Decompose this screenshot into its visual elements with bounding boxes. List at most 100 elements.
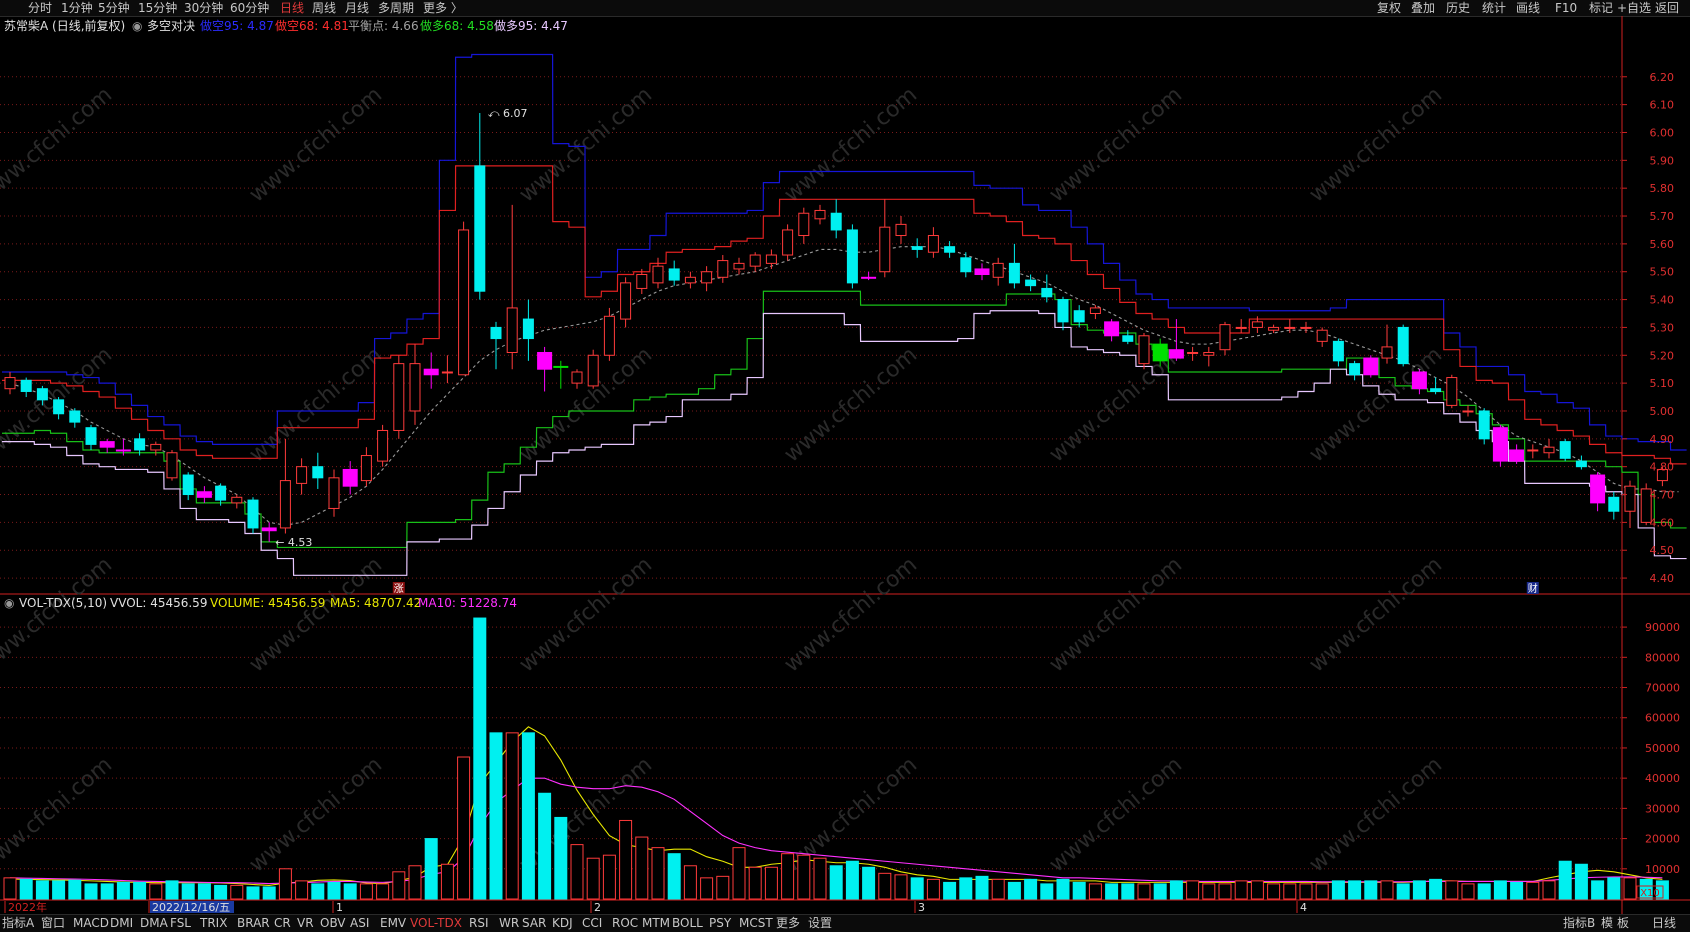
indicator-tab-22[interactable]: PSY <box>709 915 731 932</box>
price-tick-label: 4.70 <box>1650 489 1675 502</box>
bottom-right-3[interactable]: 日线 <box>1652 915 1676 932</box>
candle-body <box>1397 326 1409 365</box>
kline-chart[interactable]: www.cfchi.com www.cfchi.com www.cfchi.com w… <box>0 0 1690 931</box>
volume-bar <box>1299 883 1313 900</box>
short95-value: 做空95: 4.87 <box>200 19 274 33</box>
indicator-tab-0[interactable]: 指标A <box>2 915 34 932</box>
candle-body <box>4 377 16 390</box>
candle-body <box>1492 427 1508 462</box>
indicator-name[interactable]: 多空对决 <box>147 17 195 35</box>
indicator-tab-23[interactable]: MCST <box>739 915 773 932</box>
collapse-icon[interactable]: ◉ <box>4 595 14 612</box>
candle-body <box>1430 388 1442 392</box>
candle-body <box>895 223 907 237</box>
volume-bar <box>52 880 66 900</box>
candle-body <box>215 485 227 501</box>
candle-body <box>1332 340 1344 362</box>
date-label: 2022/12/16/五 <box>152 901 230 914</box>
collapse-icon[interactable]: ◉ <box>132 17 142 35</box>
candle-body <box>1152 343 1168 362</box>
candle-body <box>1057 299 1069 323</box>
indicator-tab-19[interactable]: ROC <box>612 915 638 932</box>
indicator-tab-9[interactable]: VR <box>297 915 314 932</box>
cai-label: 财 <box>1528 582 1538 595</box>
price-tick-label: 5.40 <box>1650 294 1675 307</box>
candle-body <box>393 363 405 431</box>
indicator-tab-6[interactable]: TRIX <box>200 915 227 932</box>
volume-value: VOLUME: 45456.59 <box>210 596 326 610</box>
watermark-text: www.cfchi.com <box>245 552 387 677</box>
volume-bar <box>1072 881 1086 900</box>
indicator-tab-16[interactable]: SAR <box>522 915 546 932</box>
short68-value: 做空68: 4.81 <box>275 19 349 33</box>
indicator-tab-2[interactable]: MACD <box>73 915 109 932</box>
indicator-tab-13[interactable]: VOL-TDX <box>410 915 462 932</box>
candle-body <box>861 276 877 279</box>
volume-bar <box>1283 883 1297 900</box>
volume-indicator-name[interactable]: VOL-TDX(5,10) <box>19 595 107 612</box>
indicator-tab-7[interactable]: BRAR <box>237 915 270 932</box>
volume-bar <box>862 866 876 900</box>
volume-bar <box>214 884 228 900</box>
volume-bar <box>1267 883 1281 900</box>
indicator-tab-24[interactable]: 更多 <box>776 915 800 932</box>
price-tick-label: 6.10 <box>1650 99 1675 112</box>
volume-bar <box>894 874 908 900</box>
candle-body <box>312 466 324 479</box>
indicator-tab-17[interactable]: KDJ <box>552 915 573 932</box>
candle-body <box>1203 351 1215 356</box>
volume-bar <box>181 883 195 900</box>
volume-bar <box>667 853 681 900</box>
candle-body <box>1219 324 1231 351</box>
volume-bar <box>1510 881 1524 900</box>
volume-bar <box>1315 883 1329 900</box>
price-tick-label: 4.80 <box>1650 461 1675 474</box>
volume-bar <box>68 879 82 900</box>
volume-bar <box>910 877 924 900</box>
volume-bar <box>554 816 568 900</box>
price-tick-label: 5.60 <box>1650 238 1675 251</box>
price-tick-label: 4.40 <box>1650 572 1675 585</box>
date-label: 2022年 <box>8 900 47 914</box>
indicator-tab-12[interactable]: EMV <box>380 915 406 932</box>
volume-bar <box>1526 881 1540 900</box>
candle-body <box>717 260 729 278</box>
candle-body <box>231 496 243 504</box>
indicator-tab-25[interactable]: 设置 <box>808 915 832 932</box>
candle-body <box>182 474 194 496</box>
indicator-tab-10[interactable]: OBV <box>320 915 346 932</box>
volume-bar <box>1558 860 1572 900</box>
indicator-tab-11[interactable]: ASI <box>350 915 369 932</box>
indicator-tab-21[interactable]: BOLL <box>672 915 703 932</box>
volume-bar <box>1202 883 1216 900</box>
volume-bar <box>586 857 600 900</box>
indicator-tab-20[interactable]: MTM <box>642 915 670 932</box>
volume-tick-label: 10000 <box>1645 863 1680 876</box>
candle-body <box>36 388 48 401</box>
volume-bar <box>1153 883 1167 900</box>
indicator-tab-14[interactable]: RSI <box>469 915 489 932</box>
volume-bar <box>813 857 827 900</box>
indicator-tab-3[interactable]: DMI <box>110 915 133 932</box>
indicator-tab-4[interactable]: DMA <box>140 915 168 932</box>
indicator-tab-1[interactable]: 窗口 <box>41 915 65 932</box>
candle-body <box>1284 326 1296 329</box>
volume-bar <box>635 836 649 900</box>
candle-body <box>69 410 81 423</box>
candle-body <box>441 371 453 374</box>
candle-body <box>927 235 939 253</box>
volume-bar <box>651 847 665 900</box>
volume-bar <box>943 881 957 900</box>
low-label: ← 4.53 <box>275 536 312 549</box>
bottom-right-0[interactable]: 指标B <box>1563 915 1595 932</box>
indicator-tab-5[interactable]: FSL <box>170 915 191 932</box>
indicator-tab-15[interactable]: WR <box>499 915 519 932</box>
bottom-right-2[interactable]: 板 <box>1617 915 1629 932</box>
volume-bar <box>19 878 33 900</box>
volume-bar <box>1445 880 1459 900</box>
indicator-tab-18[interactable]: CCI <box>582 915 602 932</box>
bottom-right-1[interactable]: 模 <box>1601 915 1613 932</box>
symbol-title[interactable]: 苏常柴A (日线,前复权) <box>4 17 125 35</box>
price-tick-label: 4.90 <box>1650 433 1675 446</box>
indicator-tab-8[interactable]: CR <box>274 915 291 932</box>
